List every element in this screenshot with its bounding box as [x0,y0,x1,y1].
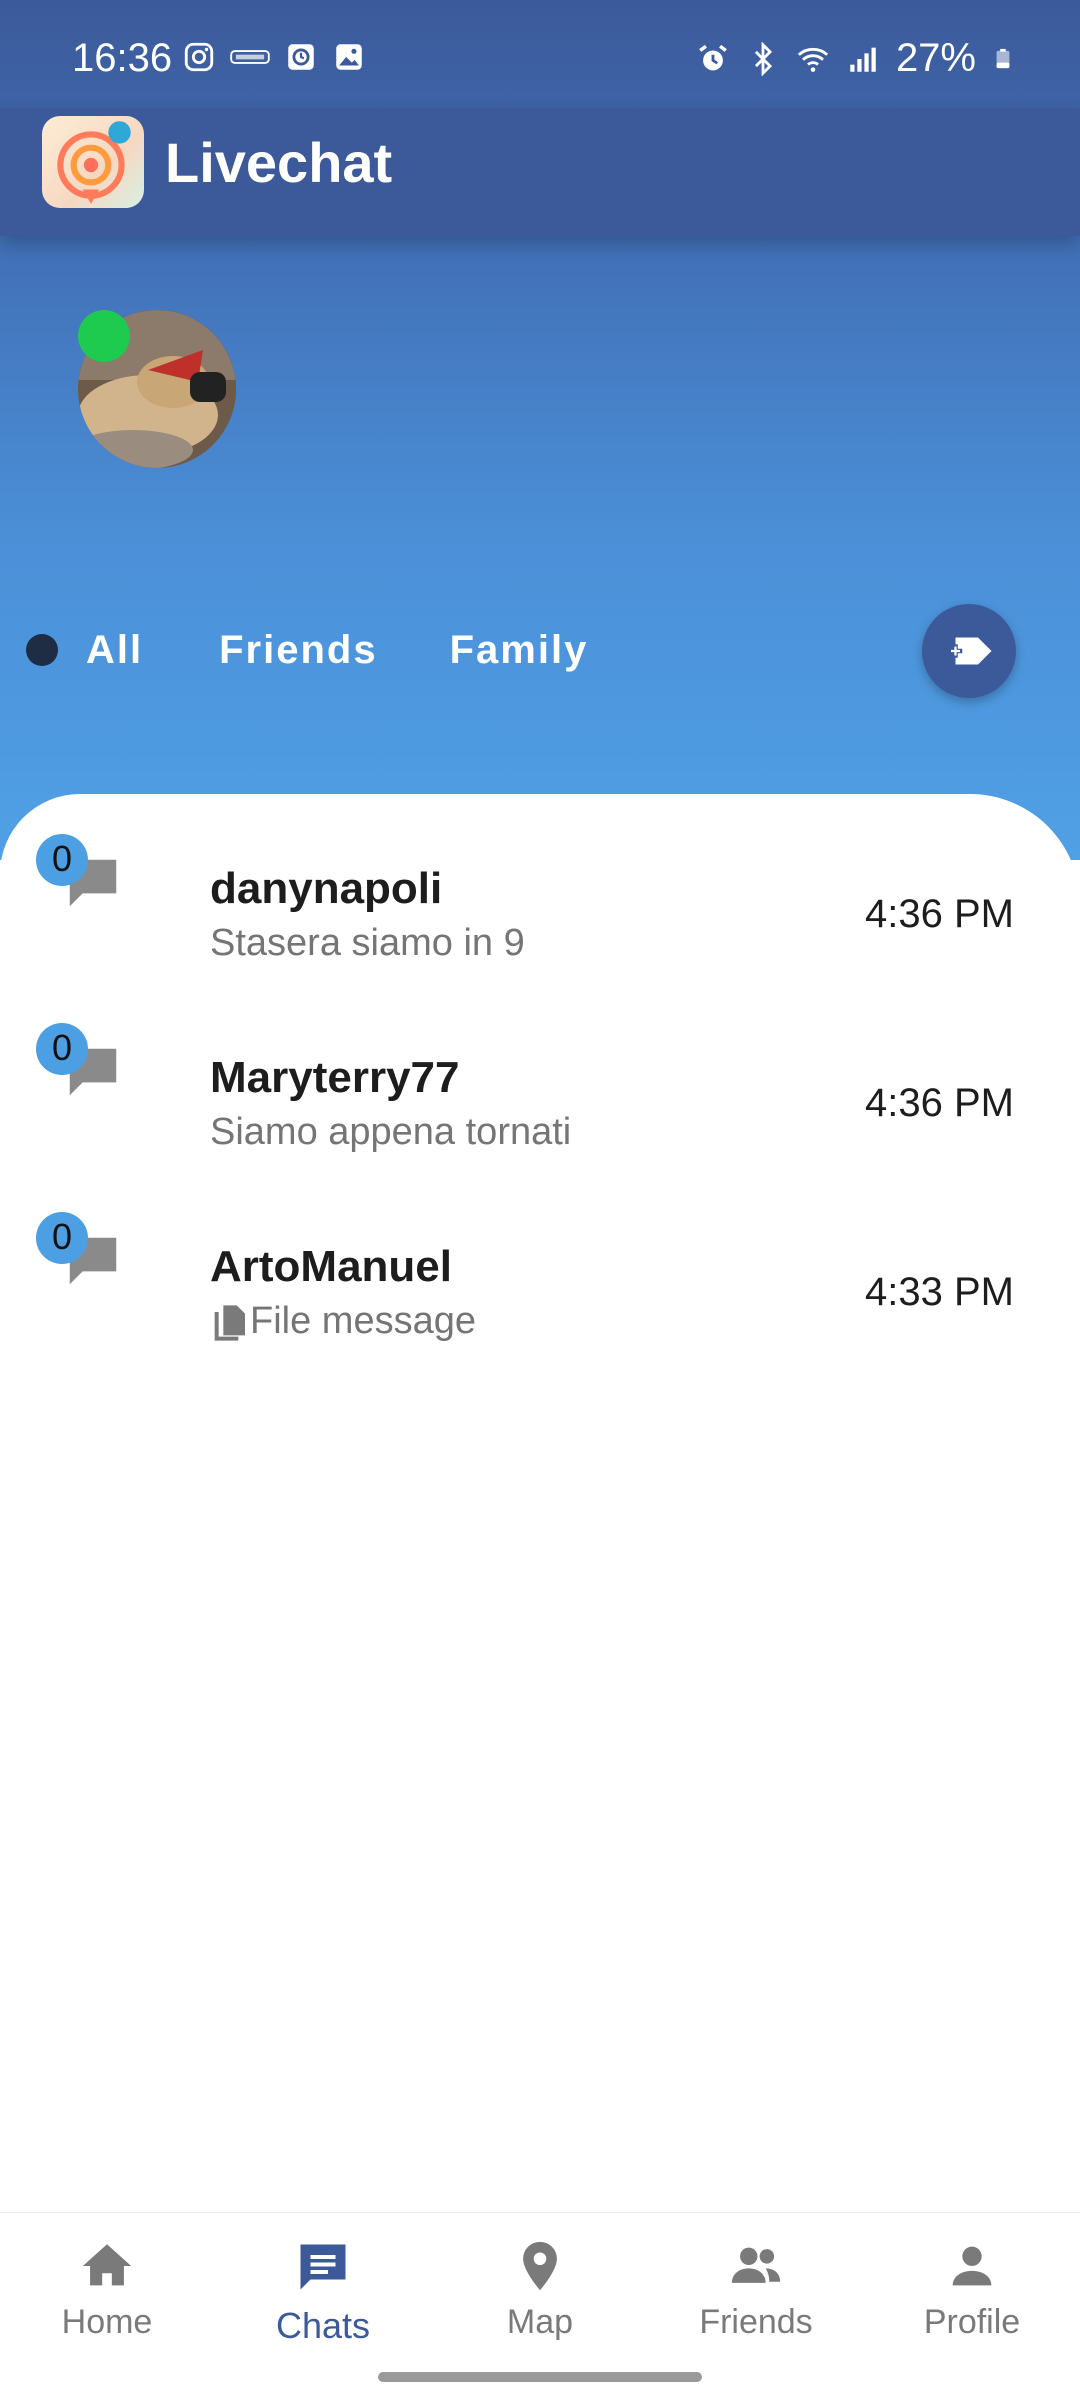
tab-family-label: Family [449,627,589,672]
chat-icon [300,2244,346,2290]
app-bar: Livechat [0,108,1080,236]
instagram-icon [184,42,214,72]
tab-friends-label: Friends [219,627,378,672]
clock-app-icon [288,44,314,70]
home-icon [82,2244,132,2286]
chat-preview-text: Stasera siamo in 9 [210,922,525,964]
nav-map[interactable]: Map [450,2237,630,2342]
profile-icon [952,2246,992,2286]
chat-list-item[interactable]: 0 Maryterry77 Siamo appena tornati 4:36 … [0,993,1080,1163]
app-logo [42,116,144,208]
chat-timestamp: 4:33 PM [865,1270,1014,1314]
bluetooth-icon [754,41,773,76]
chat-timestamp: 4:36 PM [865,892,1014,936]
unread-count-badge: 0 [36,1212,88,1264]
selected-indicator [26,634,58,666]
wifi-icon [797,47,829,72]
chat-preview-text: Siamo appena tornati [210,1111,572,1153]
tab-all-label: All [86,627,144,672]
nav-friends[interactable]: Friends [666,2237,846,2342]
chat-last-message: Siamo appena tornati [210,1111,571,1154]
map-pin-icon [523,2241,557,2291]
osm-icon [230,50,270,64]
online-status-dot [78,310,130,362]
chat-contact-name: danynapoli [210,864,443,913]
nav-map-label: Map [506,2303,574,2341]
unread-count-badge: 0 [36,1023,88,1075]
unread-count-badge: 0 [36,834,88,886]
chat-list: 0 danynapoli Stasera siamo in 9 4:36 PM … [0,794,1080,2214]
tab-friends[interactable]: Friends [219,628,377,673]
gallery-icon [336,44,362,70]
nav-profile-label: Profile [923,2303,1021,2341]
system-icons: 27% [696,36,1014,81]
chat-preview-text: File message [250,1300,476,1342]
chat-timestamp: 4:36 PM [865,1081,1014,1125]
battery-percent: 27% [895,36,976,80]
nav-chats-label: Chats [275,2305,371,2346]
chat-contact-name: ArtoManuel [210,1242,452,1291]
tab-all[interactable]: All [26,628,143,673]
chat-contact-name: Maryterry77 [210,1053,460,1102]
notification-icons [182,40,366,74]
nav-home[interactable]: Home [17,2237,197,2342]
chat-last-message: Stasera siamo in 9 [210,922,525,965]
signal-icon [850,47,876,72]
nav-home-label: Home [61,2303,153,2341]
add-tag-button[interactable] [922,604,1016,698]
file-icon [214,1304,245,1341]
chat-list-item[interactable]: 0 danynapoli Stasera siamo in 9 4:36 PM [0,804,1080,974]
status-time: 16:36 [72,36,173,80]
friends-icon [731,2247,781,2283]
chat-filter-tabs: All Friends Family [26,610,588,690]
nav-chats[interactable]: Chats [233,2237,413,2347]
app-title: Livechat [165,131,393,194]
chat-last-message: File message [210,1300,476,1343]
status-bar: 16:36 27% [0,0,1080,118]
battery-icon [996,48,1010,68]
chat-list-item[interactable]: 0 ArtoManuel File message 4:33 PM [0,1182,1080,1352]
nav-friends-label: Friends [699,2303,813,2341]
alarm-icon [699,44,727,70]
nav-profile[interactable]: Profile [882,2237,1062,2342]
add-label-icon [948,637,992,665]
gesture-bar[interactable] [378,2372,702,2382]
tab-family[interactable]: Family [450,628,589,673]
